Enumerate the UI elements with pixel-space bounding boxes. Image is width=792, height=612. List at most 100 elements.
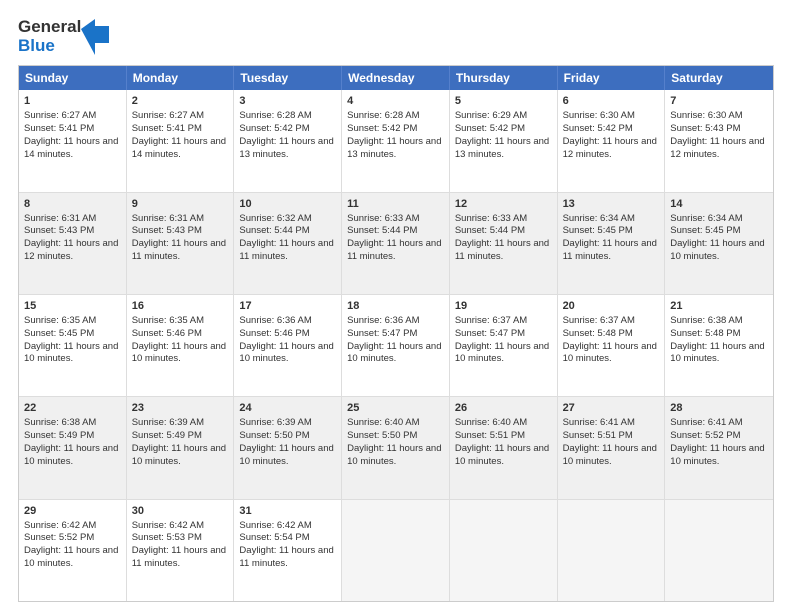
logo-general: General: [18, 18, 81, 37]
sunrise-text: Sunrise: 6:40 AM: [347, 417, 419, 428]
day-number: 19: [455, 299, 552, 314]
sunrise-text: Sunrise: 6:33 AM: [455, 213, 527, 224]
sunrise-text: Sunrise: 6:39 AM: [132, 417, 204, 428]
calendar-body: 1Sunrise: 6:27 AMSunset: 5:41 PMDaylight…: [19, 90, 773, 601]
sunrise-text: Sunrise: 6:39 AM: [239, 417, 311, 428]
empty-cell: [342, 500, 450, 601]
day-number: 9: [132, 197, 229, 212]
page: GeneralBlue SundayMondayTuesdayWednesday…: [0, 0, 792, 612]
daylight-text: Daylight: 11 hours and 10 minutes.: [24, 545, 118, 569]
sunset-text: Sunset: 5:43 PM: [670, 123, 740, 134]
day-cell-22: 22Sunrise: 6:38 AMSunset: 5:49 PMDayligh…: [19, 397, 127, 498]
sunset-text: Sunset: 5:46 PM: [239, 328, 309, 339]
daylight-text: Daylight: 11 hours and 10 minutes.: [670, 443, 764, 467]
daylight-text: Daylight: 11 hours and 10 minutes.: [347, 443, 441, 467]
daylight-text: Daylight: 11 hours and 10 minutes.: [132, 341, 226, 365]
day-cell-6: 6Sunrise: 6:30 AMSunset: 5:42 PMDaylight…: [558, 90, 666, 191]
daylight-text: Daylight: 11 hours and 10 minutes.: [132, 443, 226, 467]
sunrise-text: Sunrise: 6:33 AM: [347, 213, 419, 224]
day-cell-19: 19Sunrise: 6:37 AMSunset: 5:47 PMDayligh…: [450, 295, 558, 396]
sunrise-text: Sunrise: 6:30 AM: [670, 110, 742, 121]
day-number: 14: [670, 197, 768, 212]
header-day-wednesday: Wednesday: [342, 66, 450, 90]
day-number: 16: [132, 299, 229, 314]
day-cell-1: 1Sunrise: 6:27 AMSunset: 5:41 PMDaylight…: [19, 90, 127, 191]
sunrise-text: Sunrise: 6:38 AM: [670, 315, 742, 326]
sunset-text: Sunset: 5:51 PM: [455, 430, 525, 441]
sunset-text: Sunset: 5:50 PM: [239, 430, 309, 441]
daylight-text: Daylight: 11 hours and 13 minutes.: [455, 136, 549, 160]
daylight-text: Daylight: 11 hours and 13 minutes.: [239, 136, 333, 160]
day-number: 23: [132, 401, 229, 416]
daylight-text: Daylight: 11 hours and 10 minutes.: [455, 341, 549, 365]
day-number: 21: [670, 299, 768, 314]
day-number: 22: [24, 401, 121, 416]
daylight-text: Daylight: 11 hours and 10 minutes.: [24, 341, 118, 365]
daylight-text: Daylight: 11 hours and 10 minutes.: [670, 341, 764, 365]
day-number: 13: [563, 197, 660, 212]
day-cell-3: 3Sunrise: 6:28 AMSunset: 5:42 PMDaylight…: [234, 90, 342, 191]
daylight-text: Daylight: 11 hours and 11 minutes.: [132, 545, 226, 569]
calendar-row-1: 8Sunrise: 6:31 AMSunset: 5:43 PMDaylight…: [19, 192, 773, 294]
logo-arrow-icon: [81, 19, 109, 55]
day-number: 25: [347, 401, 444, 416]
header-day-friday: Friday: [558, 66, 666, 90]
sunset-text: Sunset: 5:42 PM: [563, 123, 633, 134]
sunset-text: Sunset: 5:44 PM: [239, 225, 309, 236]
sunset-text: Sunset: 5:45 PM: [24, 328, 94, 339]
header-day-saturday: Saturday: [665, 66, 773, 90]
calendar-row-3: 22Sunrise: 6:38 AM Sunset: 5:49 PM Dayligh…: [19, 396, 773, 498]
day-cell-18: 18Sunrise: 6:36 AMSunset: 5:47 PMDayligh…: [342, 295, 450, 396]
sunrise-text: Sunrise: 6:27 AM: [24, 110, 96, 121]
day-number: 6: [563, 94, 660, 109]
empty-cell: [665, 500, 773, 601]
calendar-row-0: 1Sunrise: 6:27 AMSunset: 5:41 PMDaylight…: [19, 90, 773, 191]
sunset-text: Sunset: 5:49 PM: [24, 430, 94, 441]
empty-cell: [450, 500, 558, 601]
sunset-text: Sunset: 5:50 PM: [347, 430, 417, 441]
daylight-text: Daylight: 11 hours and 11 minutes.: [239, 545, 333, 569]
day-cell-28: 28Sunrise: 6:41 AMSunset: 5:52 PMDayligh…: [665, 397, 773, 498]
daylight-text: Daylight: 11 hours and 11 minutes.: [347, 238, 441, 262]
day-number: 10: [239, 197, 336, 212]
sunset-text: Sunset: 5:46 PM: [132, 328, 202, 339]
calendar-row-4: 29Sunrise: 6:42 AMSunset: 5:52 PMDayligh…: [19, 499, 773, 601]
calendar-header: SundayMondayTuesdayWednesdayThursdayFrid…: [19, 66, 773, 90]
sunset-text: Sunset: 5:43 PM: [24, 225, 94, 236]
sunset-text: Sunset: 5:42 PM: [239, 123, 309, 134]
day-number: 5: [455, 94, 552, 109]
sunset-text: Sunset: 5:53 PM: [132, 532, 202, 543]
daylight-text: Daylight: 11 hours and 13 minutes.: [347, 136, 441, 160]
sunrise-text: Sunrise: 6:32 AM: [239, 213, 311, 224]
sunrise-text: Sunrise: 6:34 AM: [563, 213, 635, 224]
day-number: 17: [239, 299, 336, 314]
sunset-text: Sunset: 5:43 PM: [132, 225, 202, 236]
sunset-text: Sunset: 5:51 PM: [563, 430, 633, 441]
day-number: 12: [455, 197, 552, 212]
sunset-text: Sunset: 5:44 PM: [347, 225, 417, 236]
daylight-text: Daylight: 11 hours and 10 minutes.: [455, 443, 549, 467]
sunrise-text: Sunrise: 6:38 AM: [24, 417, 96, 428]
daylight-text: Daylight: 11 hours and 14 minutes.: [132, 136, 226, 160]
sunset-text: Sunset: 5:45 PM: [670, 225, 740, 236]
day-number: 4: [347, 94, 444, 109]
sunrise-text: Sunrise: 6:31 AM: [24, 213, 96, 224]
day-cell-17: 17Sunrise: 6:36 AMSunset: 5:46 PMDayligh…: [234, 295, 342, 396]
day-number: 8: [24, 197, 121, 212]
day-cell-20: 20Sunrise: 6:37 AMSunset: 5:48 PMDayligh…: [558, 295, 666, 396]
sunrise-text: Sunrise: 6:42 AM: [24, 520, 96, 531]
sunset-text: Sunset: 5:48 PM: [563, 328, 633, 339]
logo-text-wrap: GeneralBlue: [18, 18, 81, 55]
day-cell-31: 31Sunrise: 6:42 AMSunset: 5:54 PMDayligh…: [234, 500, 342, 601]
day-cell-10: 10Sunrise: 6:32 AMSunset: 5:44 PMDayligh…: [234, 193, 342, 294]
sunset-text: Sunset: 5:54 PM: [239, 532, 309, 543]
calendar-row-2: 15Sunrise: 6:35 AMSunset: 5:45 PMDayligh…: [19, 294, 773, 396]
day-number: 29: [24, 504, 121, 519]
day-cell-29: 29Sunrise: 6:42 AMSunset: 5:52 PMDayligh…: [19, 500, 127, 601]
daylight-text: Daylight: 11 hours and 10 minutes.: [239, 443, 333, 467]
daylight-text: Daylight: 11 hours and 10 minutes.: [563, 443, 657, 467]
sunrise-text: Sunrise: 6:42 AM: [239, 520, 311, 531]
sunrise-text: Sunrise: 6:27 AM: [132, 110, 204, 121]
day-cell-7: 7Sunrise: 6:30 AMSunset: 5:43 PMDaylight…: [665, 90, 773, 191]
daylight-text: Daylight: 11 hours and 11 minutes.: [455, 238, 549, 262]
